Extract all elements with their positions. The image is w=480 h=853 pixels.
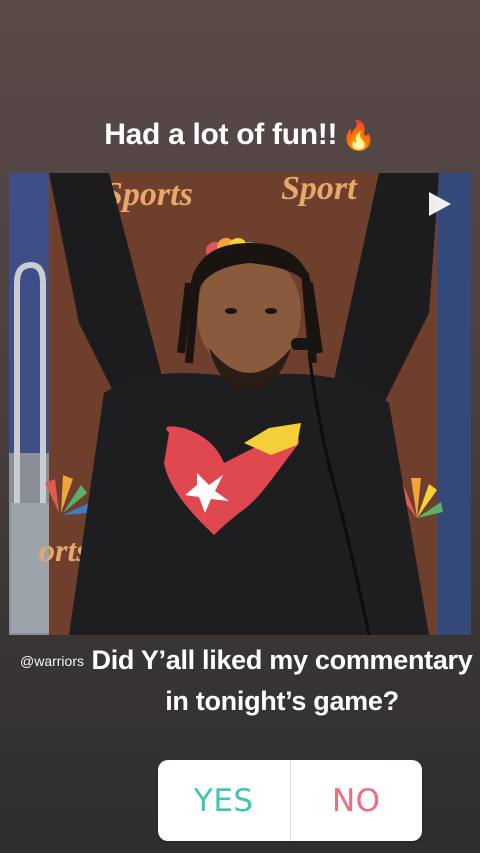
- play-icon[interactable]: [427, 190, 453, 218]
- shared-post-image[interactable]: Sports Sport orts Sp: [9, 173, 471, 635]
- poll-question: Did Y’all liked my commentary in tonight…: [91, 645, 473, 716]
- poll-sticker: YES NO: [158, 760, 422, 841]
- story-caption: Had a lot of fun!! 🔥: [0, 118, 480, 152]
- poll-yes-button[interactable]: YES: [158, 760, 291, 841]
- fire-emoji-icon: 🔥: [341, 119, 376, 151]
- credit-handle[interactable]: @warriors: [20, 653, 84, 669]
- caption-text: Had a lot of fun!!: [104, 118, 338, 151]
- post-photo: Sports Sport orts Sp: [9, 173, 471, 635]
- poll-no-button[interactable]: NO: [291, 760, 423, 841]
- backdrop-text-2: Sport: [281, 173, 358, 207]
